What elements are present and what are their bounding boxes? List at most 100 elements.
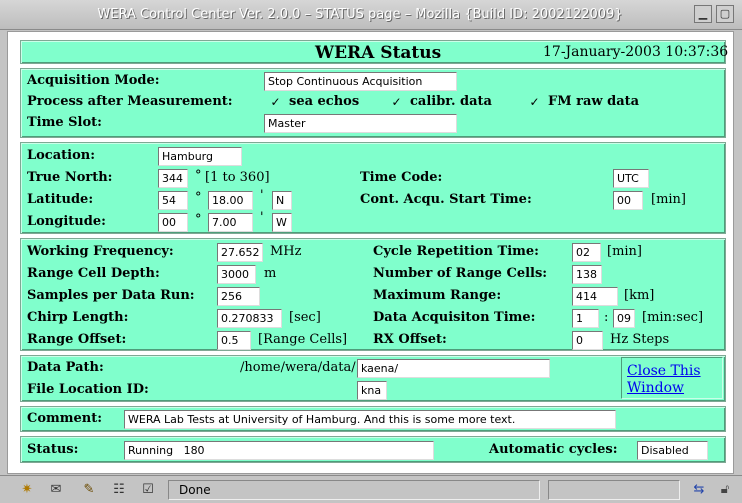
location-label: Location: bbox=[27, 148, 96, 163]
time-code-field[interactable]: UTC bbox=[613, 169, 649, 188]
range-cell-depth-field[interactable]: 3000 bbox=[217, 265, 256, 284]
address-book-icon[interactable]: ☷ bbox=[110, 481, 128, 499]
comment-panel: Comment: WERA Lab Tests at University of… bbox=[20, 406, 726, 432]
data-path-field[interactable]: kaena/ bbox=[357, 359, 550, 378]
time-code-label: Time Code: bbox=[360, 170, 443, 185]
working-frequency-unit: MHz bbox=[270, 244, 302, 259]
range-offset-unit: [Range Cells] bbox=[258, 332, 348, 347]
latitude-minute-field[interactable]: 18.00 bbox=[208, 191, 253, 210]
browser-status-bar: ✷ ✉ ✎ ☷ ☑ Done ⇆ 🔓︎ bbox=[0, 475, 742, 503]
location-field[interactable]: Hamburg bbox=[158, 147, 242, 166]
process-label: Process after Measurement: bbox=[27, 94, 233, 109]
connection-icon: ⇆ bbox=[693, 482, 705, 497]
page-content: WERA Status 17-January-2003 10:37:36 Acq… bbox=[7, 31, 734, 474]
true-north-field[interactable]: 344 bbox=[158, 169, 188, 188]
longitude-degree-field[interactable]: 00 bbox=[158, 213, 188, 232]
status-field[interactable]: Running 180 bbox=[124, 441, 434, 460]
comment-label: Comment: bbox=[27, 411, 103, 426]
window-title: WERA Control Center Ver. 2.0.0 – STATUS … bbox=[97, 7, 623, 22]
range-offset-label: Range Offset: bbox=[27, 332, 127, 347]
acquisition-time-separator: : bbox=[604, 310, 609, 325]
latitude-degree-field[interactable]: 54 bbox=[158, 191, 188, 210]
cycle-repetition-unit: [min] bbox=[607, 244, 643, 259]
true-north-hint: [1 to 360] bbox=[205, 170, 270, 185]
samples-per-run-field[interactable]: 256 bbox=[217, 287, 260, 306]
chirp-length-label: Chirp Length: bbox=[27, 310, 129, 325]
sea-echos-checkbox[interactable]: ✓ bbox=[269, 96, 282, 109]
acquisition-time-label: Data Acquisiton Time: bbox=[373, 310, 536, 325]
data-path-label: Data Path: bbox=[27, 360, 104, 375]
status-label: Status: bbox=[27, 442, 79, 457]
acquisition-mode-field[interactable]: Stop Continuous Acquisition bbox=[264, 72, 457, 91]
parameters-panel: Working Frequency: 27.652 MHz Range Cell… bbox=[20, 238, 726, 351]
cont-start-unit: [min] bbox=[651, 192, 687, 207]
path-panel: Data Path: /home/wera/data/ kaena/ File … bbox=[20, 355, 726, 402]
samples-per-run-label: Samples per Data Run: bbox=[27, 288, 195, 303]
fm-raw-checkbox[interactable]: ✓ bbox=[528, 96, 541, 109]
longitude-minute-field[interactable]: 7.00 bbox=[208, 213, 253, 232]
minimize-button[interactable]: ▁ bbox=[694, 5, 712, 23]
cont-start-label: Cont. Acqu. Start Time: bbox=[360, 192, 532, 207]
maximize-button[interactable]: ▢ bbox=[716, 5, 734, 23]
rx-offset-field[interactable]: 0 bbox=[572, 331, 603, 350]
page-title: WERA Status bbox=[315, 43, 442, 63]
acquisition-mode-label: Acquisition Mode: bbox=[27, 73, 160, 88]
cont-start-field[interactable]: 00 bbox=[613, 191, 643, 210]
header-panel: WERA Status 17-January-2003 10:37:36 bbox=[20, 40, 729, 64]
working-frequency-field[interactable]: 27.652 bbox=[217, 243, 263, 262]
latitude-label: Latitude: bbox=[27, 192, 94, 207]
calibr-data-label: calibr. data bbox=[410, 94, 492, 109]
composer-icon[interactable]: ✎ bbox=[80, 481, 98, 499]
range-offset-field[interactable]: 0.5 bbox=[217, 331, 251, 350]
irc-chat-icon[interactable]: ☑ bbox=[139, 481, 157, 499]
maximum-range-field[interactable]: 414 bbox=[572, 287, 618, 306]
degree-symbol: ° bbox=[195, 212, 202, 227]
range-cells-field[interactable]: 138 bbox=[572, 265, 602, 284]
range-cells-label: Number of Range Cells: bbox=[373, 266, 548, 281]
status-text: Done bbox=[168, 480, 540, 500]
comment-field[interactable]: WERA Lab Tests at University of Hamburg.… bbox=[124, 410, 616, 429]
close-window-link-line1[interactable]: Close This bbox=[627, 363, 701, 379]
file-location-label: File Location ID: bbox=[27, 382, 149, 397]
rx-offset-unit: Hz Steps bbox=[610, 332, 670, 347]
cycle-repetition-label: Cycle Repetition Time: bbox=[373, 244, 539, 259]
mail-icon[interactable]: ✉ bbox=[47, 481, 65, 499]
acquisition-time-unit: [min:sec] bbox=[642, 310, 704, 325]
file-location-field[interactable]: kna bbox=[357, 381, 387, 400]
fm-raw-label: FM raw data bbox=[548, 94, 640, 109]
chirp-length-field[interactable]: 0.270833 bbox=[217, 309, 282, 328]
calibr-data-checkbox[interactable]: ✓ bbox=[390, 96, 403, 109]
title-bar[interactable]: WERA Control Center Ver. 2.0.0 – STATUS … bbox=[0, 0, 742, 30]
range-cell-depth-unit: m bbox=[264, 266, 277, 281]
chirp-length-unit: [sec] bbox=[289, 310, 321, 325]
navigator-icon[interactable]: ✷ bbox=[18, 481, 36, 499]
degree-symbol: ° bbox=[195, 190, 202, 205]
automatic-cycles-field[interactable]: Disabled bbox=[637, 441, 708, 460]
longitude-hemisphere-field[interactable]: W bbox=[272, 213, 292, 232]
acquisition-panel: Acquisition Mode: Stop Continuous Acquis… bbox=[20, 68, 726, 138]
longitude-label: Longitude: bbox=[27, 214, 106, 229]
working-frequency-label: Working Frequency: bbox=[27, 244, 174, 259]
acquisition-time-minutes-field[interactable]: 1 bbox=[572, 309, 599, 328]
minute-symbol: ' bbox=[260, 210, 264, 225]
location-panel: Location: Hamburg True North: 344 ° [1 t… bbox=[20, 142, 726, 234]
automatic-cycles-label: Automatic cycles: bbox=[489, 442, 618, 457]
cycle-repetition-field[interactable]: 02 bbox=[572, 243, 601, 262]
time-slot-field[interactable]: Master bbox=[264, 114, 457, 133]
range-cell-depth-label: Range Cell Depth: bbox=[27, 266, 160, 281]
data-path-prefix: /home/wera/data/ bbox=[240, 360, 356, 375]
true-north-label: True North: bbox=[27, 170, 113, 185]
maximum-range-label: Maximum Range: bbox=[373, 288, 502, 303]
degree-symbol: ° bbox=[195, 168, 202, 183]
latitude-hemisphere-field[interactable]: N bbox=[272, 191, 292, 210]
maximum-range-unit: [km] bbox=[624, 288, 655, 303]
rx-offset-label: RX Offset: bbox=[373, 332, 447, 347]
status-panel: Status: Running 180 Automatic cycles: Di… bbox=[20, 436, 726, 463]
security-lock-icon[interactable]: 🔓︎ bbox=[716, 481, 734, 499]
close-window-link-line2[interactable]: Window bbox=[627, 380, 684, 396]
progress-bar bbox=[548, 480, 680, 500]
sea-echos-label: sea echos bbox=[289, 94, 360, 109]
datetime: 17-January-2003 10:37:36 bbox=[543, 44, 729, 60]
acquisition-time-seconds-field[interactable]: 09 bbox=[613, 309, 635, 328]
minute-symbol: ' bbox=[260, 188, 264, 203]
